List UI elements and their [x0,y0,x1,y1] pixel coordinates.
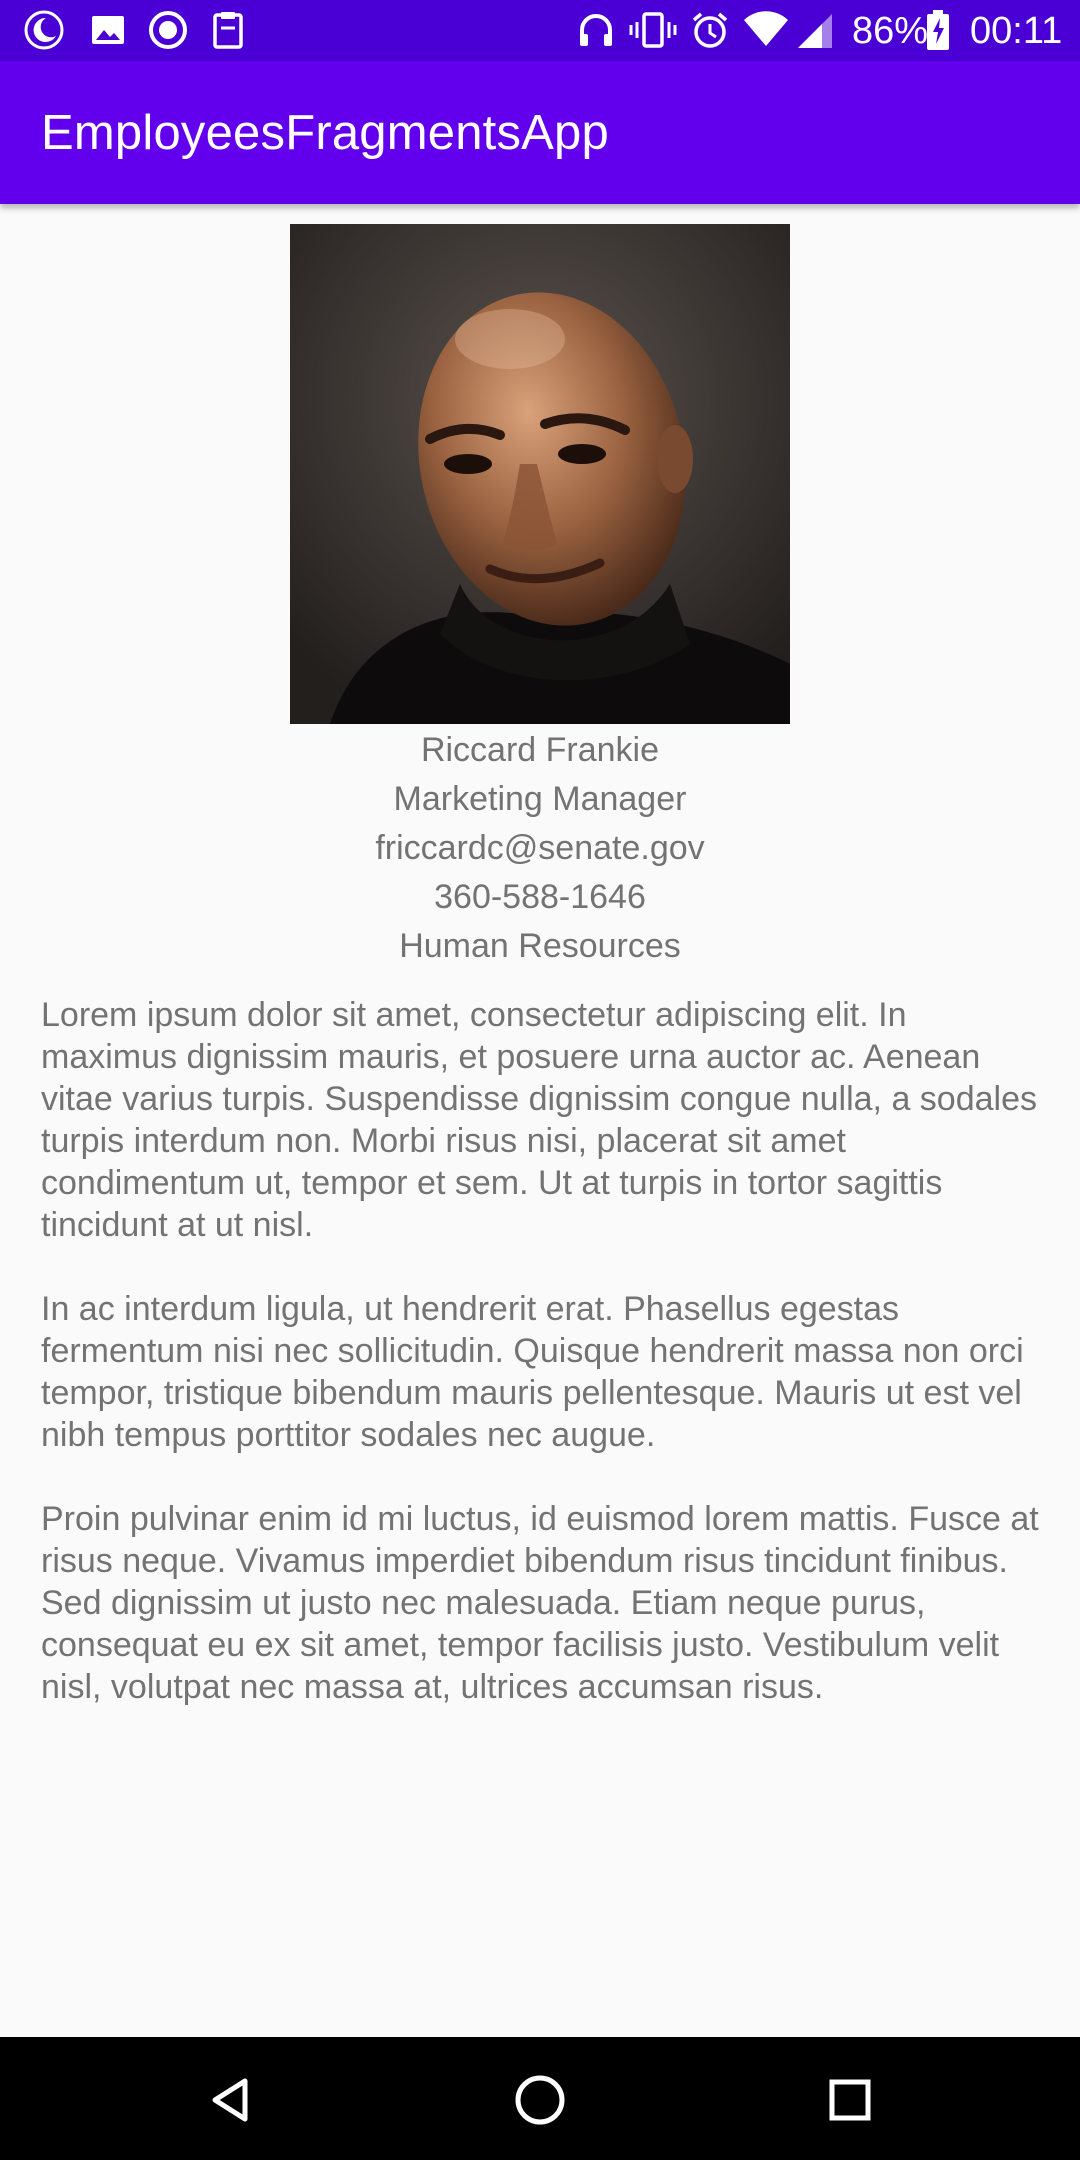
status-bar: 86% 00:11 [0,0,1080,61]
headphones-icon [580,14,612,46]
app-bar: EmployeesFragmentsApp [0,61,1080,204]
bio-paragraph: Proin pulvinar enim id mi luctus, id eui… [41,1500,1039,1706]
home-icon [515,2075,565,2125]
circle-app-icon [149,11,187,49]
bio-paragraph: In ac interdum ligula, ut hendrerit erat… [41,1290,1024,1454]
alarm-icon [692,12,728,48]
employee-detail: Riccard Frankie Marketing Manager fricca… [0,204,1080,2037]
clipboard-icon [213,12,243,49]
employee-bio: Lorem ipsum dolor sit amet, consectetur … [41,994,1051,1750]
employee-phone: 360-588-1646 [434,878,646,916]
employee-photo [290,224,790,724]
employee-department: Human Resources [399,927,681,965]
image-icon [92,16,124,44]
recents-icon [829,2079,871,2121]
battery-charging-icon [927,10,949,50]
vibrate-icon [629,12,677,48]
employee-title: Marketing Manager [393,780,687,818]
wifi-icon [744,11,788,46]
recents-button[interactable] [815,2065,885,2135]
portrait-illustration [290,224,790,724]
moon-icon [24,10,64,50]
clock: 00:11 [970,10,1063,52]
navigation-bar [0,2037,1080,2160]
bio-paragraph: Lorem ipsum dolor sit amet, consectetur … [41,996,1037,1244]
screen: 86% 00:11 EmployeesFragmentsApp Riccard … [0,0,1080,2160]
employee-name: Riccard Frankie [420,731,660,769]
app-title: EmployeesFragmentsApp [41,106,609,160]
home-button[interactable] [505,2065,575,2135]
back-icon [212,2078,248,2122]
signal-icon [798,14,832,48]
battery-percent: 86% [852,10,929,52]
back-button[interactable] [195,2065,265,2135]
employee-email: friccardc@senate.gov [375,829,705,867]
